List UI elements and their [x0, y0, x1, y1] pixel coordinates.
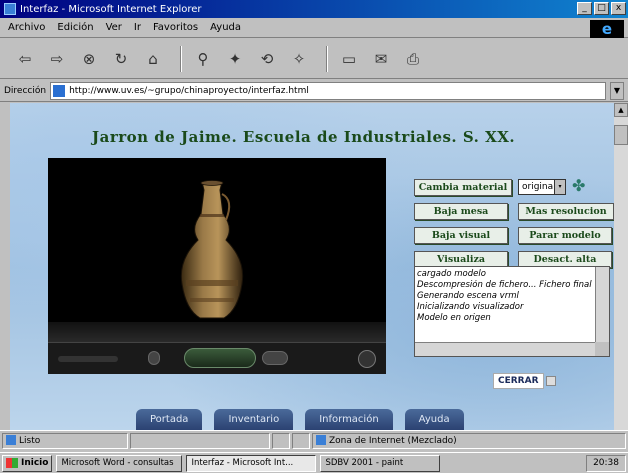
address-bar: Dirección http://www.uv.es/~grupo/chinap…: [0, 80, 628, 102]
log-line: Modelo en origen: [417, 313, 491, 323]
material-select[interactable]: original ▾: [518, 179, 566, 195]
parar-modelo-button[interactable]: Parar modelo: [518, 227, 612, 244]
page-title: Jarron de Jaime. Escuela de Industriales…: [92, 128, 516, 146]
cerrar-button[interactable]: CERRAR: [493, 373, 544, 389]
baja-visual-button[interactable]: Baja visual: [414, 227, 508, 244]
vrml-3d-viewer[interactable]: [48, 158, 386, 374]
page-vertical-scrollbar[interactable]: ▲: [614, 103, 628, 430]
status-bar: Listo Zona de Internet (Mezclado): [0, 430, 628, 450]
history-icon[interactable]: ⟲: [254, 46, 280, 72]
log-scroll-corner: [595, 342, 609, 356]
tab-ayuda[interactable]: Ayuda: [404, 409, 464, 430]
fullscreen-icon[interactable]: ▭: [336, 46, 362, 72]
windows-logo-icon: [6, 458, 18, 468]
jar-model: [180, 180, 244, 319]
address-label: Dirección: [4, 85, 47, 96]
forward-icon[interactable]: ⇨: [44, 46, 70, 72]
status-extra-cell: [292, 432, 310, 449]
page-content: Jarron de Jaime. Escuela de Industriales…: [10, 103, 614, 430]
scroll-thumb[interactable]: [614, 125, 628, 145]
toolbar-separator: [180, 45, 182, 72]
log-lines: cargado modelo Descompresión de fichero.…: [417, 269, 595, 324]
status-zone-cell: Zona de Internet (Mezclado): [312, 432, 626, 449]
start-button[interactable]: Inicio: [2, 454, 53, 472]
baja-mesa-button[interactable]: Baja mesa: [414, 203, 508, 220]
ie-app-icon: [4, 3, 16, 15]
brazo-icon: ✤: [572, 176, 586, 195]
status-lock-cell: [272, 432, 290, 449]
page-icon: [53, 84, 66, 97]
scroll-up-icon[interactable]: ▲: [614, 103, 628, 117]
viewer-tilt-control[interactable]: [262, 351, 288, 365]
maximize-button[interactable]: □: [594, 2, 609, 15]
start-label: Inicio: [21, 457, 49, 468]
menu-ayuda[interactable]: Ayuda: [210, 22, 241, 33]
log-vertical-scrollbar[interactable]: [595, 267, 609, 343]
cerrar-checkbox-icon: [546, 376, 556, 386]
stop-icon[interactable]: ⊗: [76, 46, 102, 72]
window-title: Interfaz - Microsoft Internet Explorer: [20, 3, 202, 15]
chevron-down-icon: ▾: [554, 180, 565, 194]
page-nav-tabs: Portada Inventario Información Ayuda: [136, 409, 464, 430]
menu-ver[interactable]: Ver: [106, 22, 122, 33]
back-icon[interactable]: ⇦: [12, 46, 38, 72]
refresh-icon[interactable]: ↻: [108, 46, 134, 72]
viewer-control-bar: [48, 342, 386, 374]
home-icon[interactable]: ⌂: [140, 46, 166, 72]
log-line: Descompresión de fichero... Fichero fina…: [417, 280, 592, 290]
viewer-zoom-slider[interactable]: [58, 356, 118, 362]
menu-ir[interactable]: Ir: [134, 22, 141, 33]
mail-icon[interactable]: ✉: [368, 46, 394, 72]
viewer-navigation-dashboard[interactable]: [184, 348, 256, 368]
log-line: Generando escena vrml: [417, 291, 519, 301]
address-dropdown-button[interactable]: ▼: [610, 81, 624, 100]
mas-resolucion-button[interactable]: Mas resolucion: [518, 203, 614, 220]
tab-portada[interactable]: Portada: [136, 409, 203, 430]
menu-archivo[interactable]: Archivo: [8, 22, 45, 33]
cambia-material-button[interactable]: Cambia material: [414, 179, 512, 196]
tab-inventario[interactable]: Inventario: [214, 409, 294, 430]
toolbar: ⇦ ⇨ ⊗ ↻ ⌂ ⚲ ✦ ⟲ ✧ ▭ ✉ ⎙: [0, 39, 628, 79]
viewer-knob[interactable]: [148, 351, 160, 365]
window-titlebar: Interfaz - Microsoft Internet Explorer _…: [0, 0, 628, 18]
search-icon[interactable]: ⚲: [190, 46, 216, 72]
log-horizontal-scrollbar[interactable]: [415, 342, 597, 356]
minimize-button[interactable]: _: [577, 2, 592, 15]
menu-favoritos[interactable]: Favoritos: [153, 22, 198, 33]
page-status-icon: [6, 435, 16, 445]
task-paint[interactable]: SDBV 2001 - paint: [320, 454, 441, 472]
system-tray: 20:38: [586, 455, 626, 472]
clock: 20:38: [593, 458, 619, 468]
menu-edicion[interactable]: Edición: [57, 22, 93, 33]
window-controls: _ □ x: [577, 2, 626, 15]
status-text-cell: Listo: [2, 432, 128, 449]
status-empty-cell: [130, 432, 270, 449]
channels-icon[interactable]: ✧: [286, 46, 312, 72]
viewer-logo-icon: [358, 350, 376, 368]
close-window-button[interactable]: x: [611, 2, 626, 15]
status-zone: Zona de Internet (Mezclado): [329, 435, 457, 446]
tab-informacion[interactable]: Información: [305, 409, 393, 430]
windows-taskbar: Inicio Microsoft Word - consultas Interf…: [0, 452, 628, 473]
status-text: Listo: [19, 435, 41, 446]
task-ie[interactable]: Interfaz - Microsoft Int...: [186, 454, 317, 472]
print-icon[interactable]: ⎙: [400, 46, 426, 72]
address-url: http://www.uv.es/~grupo/chinaproyecto/in…: [69, 85, 309, 96]
favorites-icon[interactable]: ✦: [222, 46, 248, 72]
task-word[interactable]: Microsoft Word - consultas: [56, 454, 183, 472]
ie-logo-icon: e: [590, 20, 624, 38]
address-input[interactable]: http://www.uv.es/~grupo/chinaproyecto/in…: [50, 81, 606, 100]
log-line: Inicializando visualizador: [417, 302, 524, 312]
material-select-value: original: [522, 182, 556, 192]
log-line: cargado modelo: [417, 269, 486, 279]
toolbar-separator: [326, 45, 328, 72]
menu-bar: Archivo Edición Ver Ir Favoritos Ayuda: [0, 18, 628, 38]
status-log-textarea[interactable]: cargado modelo Descompresión de fichero.…: [414, 266, 610, 357]
internet-zone-icon: [316, 435, 326, 445]
